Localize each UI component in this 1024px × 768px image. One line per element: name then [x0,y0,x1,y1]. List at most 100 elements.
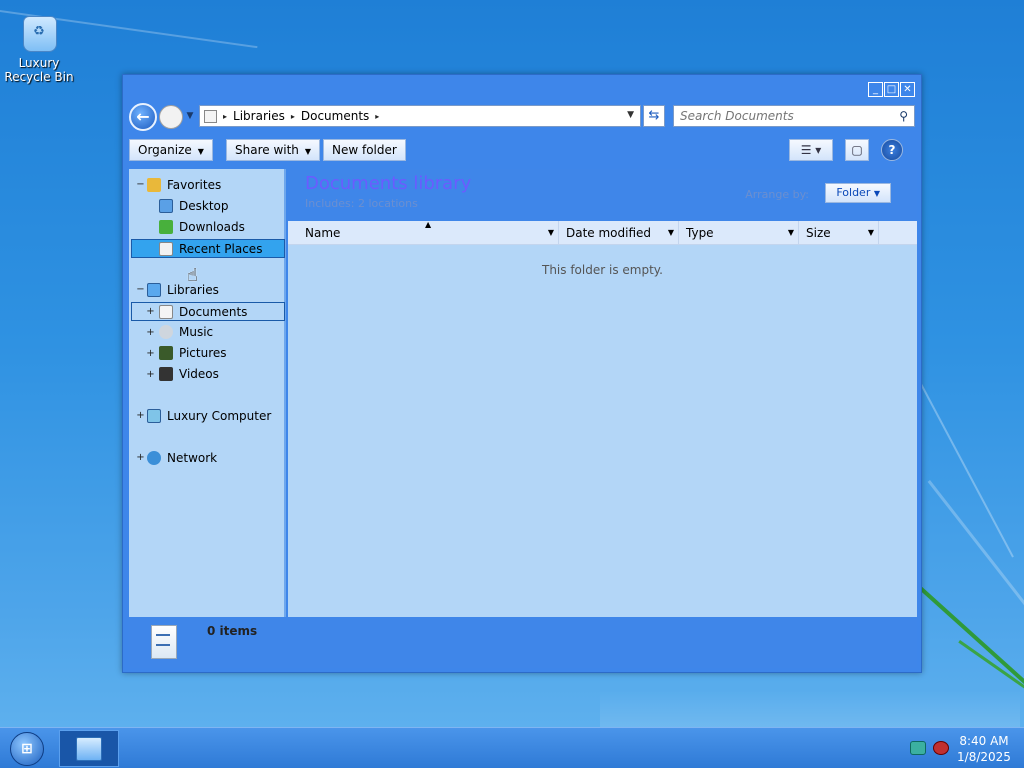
wallpaper-grass [917,585,1024,702]
column-label-size: Size [806,226,831,240]
clock[interactable]: 8:40 AM 1/8/2025 [956,733,1012,765]
column-type[interactable]: Type ▼ [679,221,799,245]
column-label-date-modified: Date modified [566,226,652,240]
column-header: Name ▼ Date modified ▼ Type ▼ Size ▼ [288,221,917,245]
search-input[interactable] [680,106,890,126]
taskbar-explorer-button[interactable] [59,730,119,767]
explorer-icon [76,737,102,761]
column-date-modified[interactable]: Date modified ▼ [559,221,679,245]
organize-label: Organize [138,143,192,157]
network-tray-icon[interactable] [910,741,926,755]
forward-button[interactable] [159,105,183,129]
music-icon [159,325,173,339]
start-button[interactable]: ⊞ [10,732,44,766]
column-name[interactable]: Name ▼ [288,221,559,245]
nav-label-recent-places: Recent Places [179,242,263,256]
column-label-type: Type [686,226,714,240]
address-bar[interactable]: ▸ Libraries ▸ Documents ▸ ▼ [199,105,641,127]
share-with-button[interactable]: Share with ▼ [226,139,321,161]
volume-tray-icon[interactable] [933,741,949,755]
chevron-down-icon[interactable]: ▼ [548,221,554,245]
chevron-down-icon[interactable]: ▼ [868,221,874,245]
chevron-down-icon[interactable]: ▼ [788,221,794,245]
column-label-name: Name [305,226,341,240]
nav-label-videos: Videos [179,367,219,381]
new-folder-button[interactable]: New folder [323,139,406,161]
details-pane: 0 items [129,617,917,668]
recent-pages-dropdown-icon[interactable]: ▼ [185,111,195,123]
breadcrumb-separator[interactable]: ▸ [223,112,227,121]
folder-icon [204,109,217,123]
expand-music-icon[interactable]: + [146,328,155,338]
expand-documents-icon[interactable]: + [146,307,155,317]
back-button[interactable]: ← [129,103,157,131]
share-with-label: Share with [235,143,299,157]
nav-item-downloads[interactable]: Downloads [159,218,245,237]
clock-time: 8:40 AM [959,734,1009,748]
expand-computer-icon[interactable]: + [136,411,145,421]
nav-label-libraries: Libraries [167,283,219,297]
breadcrumb-separator[interactable]: ▸ [375,112,379,121]
item-count: 0 items [207,624,258,638]
navigation-pane: − Favorites Desktop Downloads Recent Pla… [129,169,286,617]
nav-item-computer[interactable]: Luxury Computer [147,407,271,426]
address-dropdown-icon[interactable]: ▼ [627,110,634,120]
arrange-by-label: Arrange by: [745,188,809,201]
nav-item-recent-places[interactable]: Recent Places [131,239,285,258]
nav-item-music[interactable]: Music [159,323,213,342]
chevron-down-icon[interactable]: ▼ [668,221,674,245]
help-button[interactable]: ? [881,139,903,161]
chevron-down-icon: ▼ [304,147,312,156]
nav-item-videos[interactable]: Videos [159,365,219,384]
search-box[interactable]: ⚲ [673,105,915,127]
close-button[interactable]: ✕ [900,82,915,97]
nav-label-documents: Documents [179,305,248,319]
library-includes-link[interactable]: Includes: 2 locations [305,197,418,210]
preview-pane-button[interactable]: ▢ [845,139,869,161]
column-size[interactable]: Size ▼ [799,221,879,245]
documents-icon [159,305,173,319]
wallpaper-streak [918,380,1014,558]
chevron-down-icon: ▼ [873,189,880,198]
explorer-window: _ □ ✕ ← ▼ ▸ Libraries ▸ Documents ▸ ▼ ⇆ … [122,74,922,673]
nav-label-favorites: Favorites [167,178,222,192]
breadcrumb-libraries[interactable]: Libraries [233,109,285,123]
recent-places-icon [159,242,173,256]
expand-network-icon[interactable]: + [136,453,145,463]
wallpaper-grass [958,640,1024,712]
address-row: ← ▼ ▸ Libraries ▸ Documents ▸ ▼ ⇆ ⚲ [129,103,917,131]
minimize-button[interactable]: _ [868,82,883,97]
collapse-favorites-icon[interactable]: − [136,180,145,190]
documents-library-icon [151,625,177,659]
nav-item-pictures[interactable]: Pictures [159,344,227,363]
organize-button[interactable]: Organize ▼ [129,139,213,161]
nav-label-network: Network [167,451,218,465]
empty-folder-message: This folder is empty. [542,263,663,277]
videos-icon [159,367,173,381]
nav-item-network[interactable]: Network [147,449,217,468]
arrange-by-dropdown[interactable]: Folder ▼ [825,183,891,203]
clock-date: 1/8/2025 [957,750,1011,764]
command-bar: Organize ▼ Share with ▼ New folder ☰ ▾ ▢ ? [129,137,917,163]
network-icon [147,451,161,465]
desktop-icon-recycle-bin[interactable]: ♻ Luxury Recycle Bin [4,12,74,84]
nav-item-desktop[interactable]: Desktop [159,197,229,216]
nav-label-desktop: Desktop [179,199,229,213]
wallpaper-streak [927,480,1024,624]
maximize-button[interactable]: □ [884,82,899,97]
sort-ascending-icon: ▲ [425,220,432,229]
breadcrumb-documents[interactable]: Documents [301,109,369,123]
wallpaper-light [600,690,1020,730]
breadcrumb-separator[interactable]: ▸ [291,112,295,121]
libraries-icon [147,283,161,297]
recycle-bin-label: Luxury Recycle Bin [4,56,74,84]
change-view-button[interactable]: ☰ ▾ [789,139,833,161]
collapse-libraries-icon[interactable]: − [136,285,145,295]
nav-label-pictures: Pictures [179,346,227,360]
expand-videos-icon[interactable]: + [146,370,155,380]
nav-item-libraries[interactable]: Libraries [147,281,219,300]
expand-pictures-icon[interactable]: + [146,349,155,359]
arrange-by-value: Folder [836,186,871,199]
refresh-button[interactable]: ⇆ [643,105,665,127]
nav-item-favorites[interactable]: Favorites [147,176,221,195]
